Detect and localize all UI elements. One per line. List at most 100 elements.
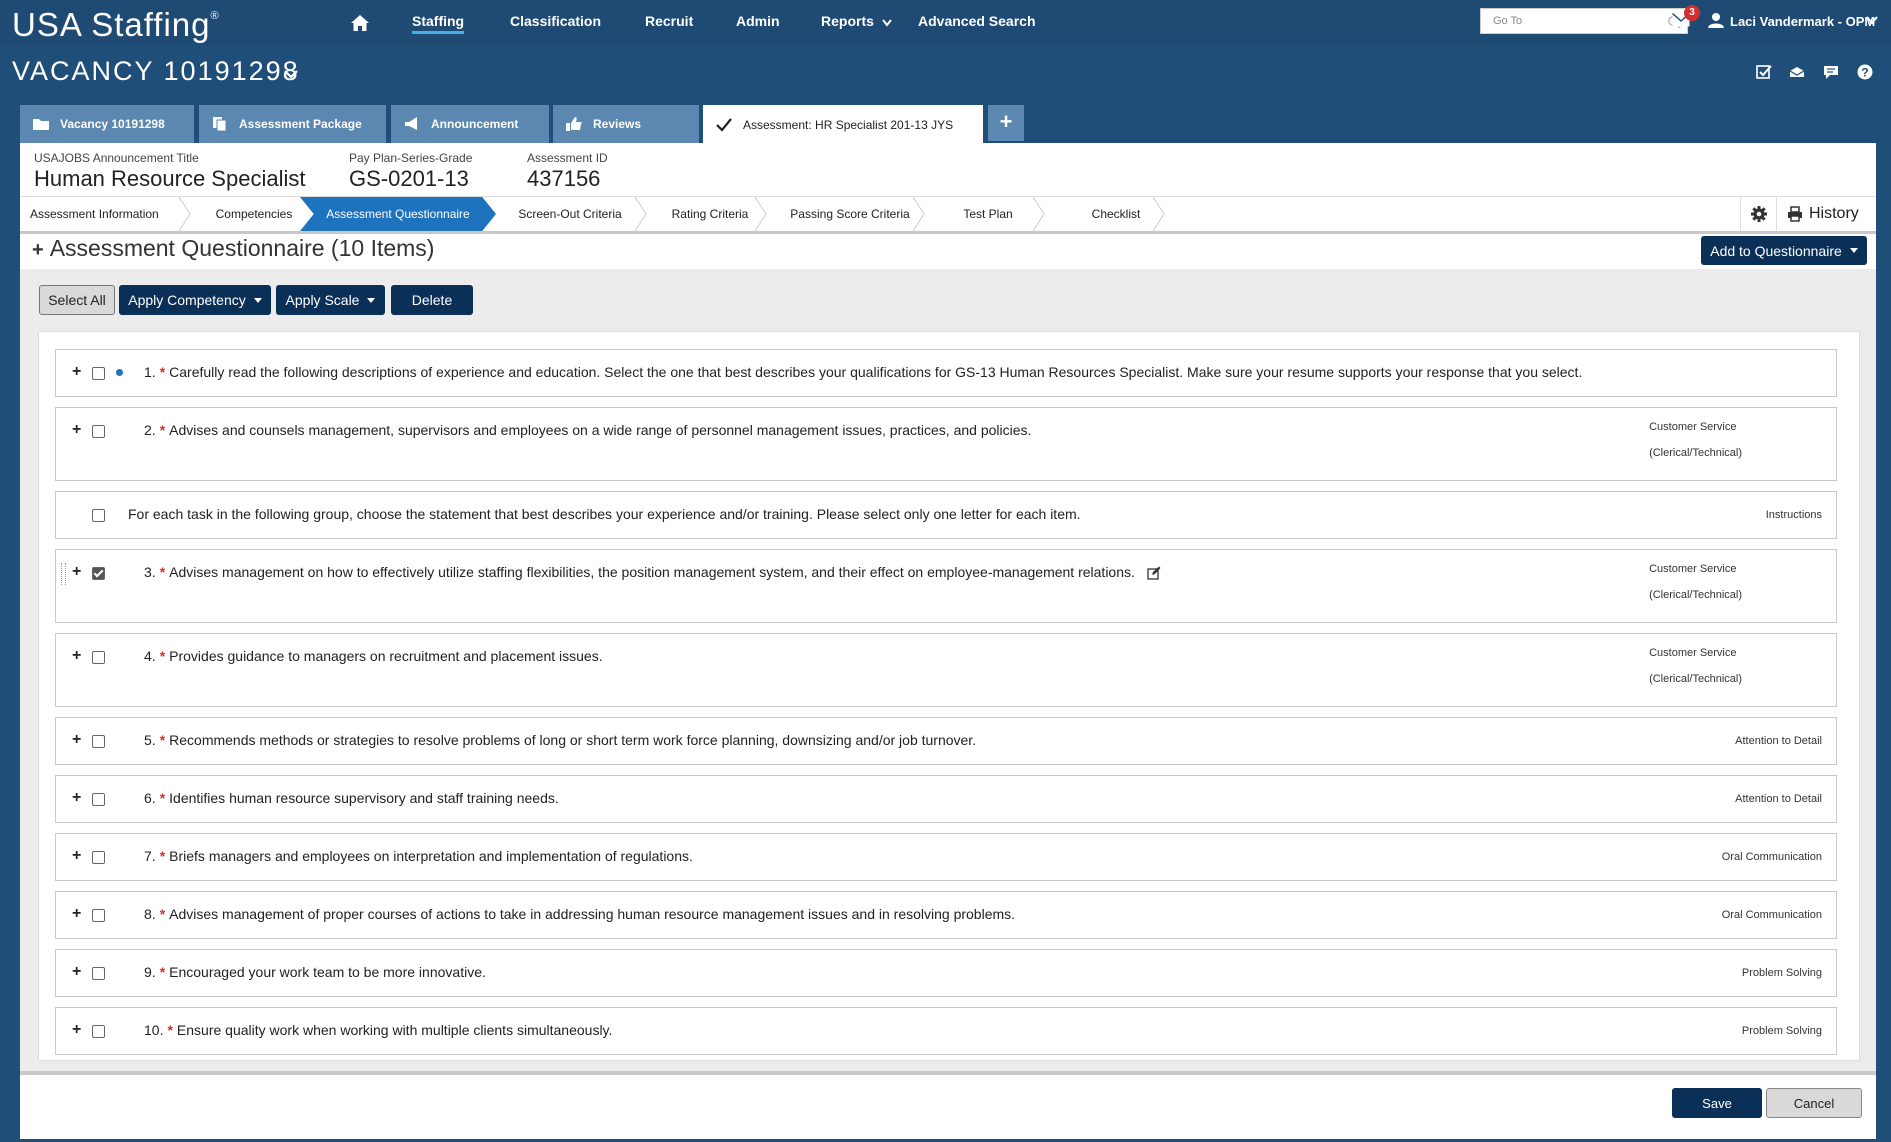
subtab-assessment-questionnaire[interactable]: Assessment Questionnaire xyxy=(300,197,496,231)
nav-admin[interactable]: Admin xyxy=(736,13,780,29)
user-menu-chevron-down-icon[interactable] xyxy=(1866,15,1878,25)
user-name[interactable]: Laci Vandermark - OPM xyxy=(1730,14,1875,29)
question-row[interactable]: + 1. * Carefully read the following descri… xyxy=(55,349,1837,397)
delete-button[interactable]: Delete xyxy=(391,285,473,315)
question-checkbox[interactable] xyxy=(92,651,105,664)
drag-handle[interactable] xyxy=(61,563,66,585)
subnav-separator xyxy=(178,197,191,231)
mail-count-badge: 3 xyxy=(1684,5,1700,21)
select-all-button[interactable]: Select All xyxy=(39,285,115,315)
question-number: 5. xyxy=(144,732,156,748)
expand-question-toggle[interactable]: + xyxy=(72,731,81,749)
add-tab-button[interactable]: + xyxy=(988,105,1024,141)
apply-scale-button[interactable]: Apply Scale xyxy=(276,285,385,315)
competency-tag: Oral Communication xyxy=(1721,851,1822,863)
subtab-competencies[interactable]: Competencies xyxy=(192,197,316,231)
required-marker: * xyxy=(159,364,166,380)
edit-icon[interactable] xyxy=(1147,566,1161,580)
apply-competency-button[interactable]: Apply Competency xyxy=(119,285,271,315)
question-row[interactable]: + 7. * Briefs managers and employees on in… xyxy=(55,833,1837,881)
required-marker: * xyxy=(159,848,166,864)
history-button[interactable]: History xyxy=(1776,197,1876,231)
question-checkbox[interactable] xyxy=(92,425,105,438)
add-to-questionnaire-button[interactable]: Add to Questionnaire xyxy=(1701,236,1867,265)
question-checkbox[interactable] xyxy=(92,793,105,806)
instruction-checkbox[interactable] xyxy=(92,509,105,522)
question-row[interactable]: + 3. * Advises management on how to effect… xyxy=(55,549,1837,623)
expand-question-toggle[interactable]: + xyxy=(72,789,81,807)
question-number: 2. xyxy=(144,422,156,438)
subtab-screen-out-criteria[interactable]: Screen-Out Criteria xyxy=(496,197,644,231)
home-icon[interactable] xyxy=(350,14,370,32)
tab-assessment-package[interactable]: Assessment Package xyxy=(199,105,386,143)
expand-section-toggle[interactable]: + xyxy=(32,239,44,261)
nav-recruit[interactable]: Recruit xyxy=(645,13,693,29)
competency-tag-line1: Customer Service xyxy=(1649,563,1737,575)
button-label: Add to Questionnaire xyxy=(1710,242,1842,259)
subtab-label: Assessment Information xyxy=(30,207,159,221)
reports-chevron-down-icon[interactable] xyxy=(882,19,892,27)
tab-reviews[interactable]: Reviews xyxy=(553,105,699,143)
nav-advanced-search[interactable]: Advanced Search xyxy=(918,13,1036,29)
nav-staffing[interactable]: Staffing xyxy=(412,13,465,34)
chat-icon[interactable] xyxy=(1823,64,1839,80)
expand-question-toggle[interactable]: + xyxy=(72,563,81,581)
expand-question-toggle[interactable]: + xyxy=(72,963,81,981)
announcement-title-label: USAJOBS Announcement Title xyxy=(34,151,199,165)
button-label: Apply Competency xyxy=(128,292,246,308)
help-icon[interactable]: ? xyxy=(1857,64,1873,80)
question-checkbox[interactable] xyxy=(92,851,105,864)
question-row[interactable]: + 10. * Ensure quality work when working w… xyxy=(55,1007,1837,1055)
question-checkbox-checked[interactable] xyxy=(92,567,105,580)
tab-vacancy[interactable]: Vacancy 10191298 xyxy=(20,105,194,143)
question-number: 3. xyxy=(144,564,156,580)
question-row[interactable]: + 9. * Encouraged your work team to be mor… xyxy=(55,949,1837,997)
question-row[interactable]: + 6. * Identifies human resource superviso… xyxy=(55,775,1837,823)
expand-question-toggle[interactable]: + xyxy=(72,421,81,439)
svg-text:?: ? xyxy=(1861,66,1868,80)
vacancy-chevron-down-icon[interactable] xyxy=(284,69,298,79)
app-logo[interactable]: USA Staffing® xyxy=(12,6,220,44)
thumbs-up-icon xyxy=(566,117,582,131)
instruction-text: For each task in the following group, ch… xyxy=(128,506,1081,522)
tab-assessment-hr-specialist[interactable]: Assessment: HR Specialist 201-13 JYS xyxy=(703,105,983,145)
question-number: 1. xyxy=(144,364,156,380)
vacancy-title[interactable]: VACANCY 10191298 xyxy=(12,56,300,87)
assessment-id-label: Assessment ID xyxy=(527,151,608,165)
question-row[interactable]: + 4. * Provides guidance to managers on re… xyxy=(55,633,1837,707)
expand-question-toggle[interactable]: + xyxy=(72,847,81,865)
instruction-row[interactable]: For each task in the following group, ch… xyxy=(55,491,1837,539)
question-number: 7. xyxy=(144,848,156,864)
nav-reports[interactable]: Reports xyxy=(821,13,874,29)
caret-down-icon xyxy=(1849,248,1858,253)
history-label: History xyxy=(1809,205,1859,222)
announcement-icon[interactable] xyxy=(1789,64,1805,80)
question-row[interactable]: + 8. * Advises management of proper course… xyxy=(55,891,1837,939)
question-checkbox[interactable] xyxy=(92,367,105,380)
user-icon[interactable] xyxy=(1708,12,1724,28)
question-checkbox[interactable] xyxy=(92,1025,105,1038)
cancel-button[interactable]: Cancel xyxy=(1766,1088,1862,1118)
tasks-checkbox-icon[interactable] xyxy=(1756,64,1772,80)
expand-question-toggle[interactable]: + xyxy=(72,905,81,923)
required-marker: * xyxy=(159,648,166,664)
caret-down-icon xyxy=(367,297,376,303)
subtab-passing-score-criteria[interactable]: Passing Score Criteria xyxy=(768,197,932,231)
settings-button[interactable] xyxy=(1740,197,1776,231)
question-checkbox[interactable] xyxy=(92,967,105,980)
question-row[interactable]: + 2. * Advises and counsels management, su… xyxy=(55,407,1837,481)
question-number: 4. xyxy=(144,648,156,664)
nav-classification[interactable]: Classification xyxy=(510,13,601,29)
gear-icon xyxy=(1751,206,1767,222)
expand-question-toggle[interactable]: + xyxy=(72,1021,81,1039)
expand-question-toggle[interactable]: + xyxy=(72,363,81,381)
tab-announcement[interactable]: Announcement xyxy=(391,105,549,143)
expand-question-toggle[interactable]: + xyxy=(72,647,81,665)
save-button[interactable]: Save xyxy=(1672,1088,1762,1118)
goto-search-input[interactable]: Go To xyxy=(1480,8,1688,34)
subtab-assessment-information[interactable]: Assessment Information xyxy=(20,197,178,231)
question-checkbox[interactable] xyxy=(92,735,105,748)
question-checkbox[interactable] xyxy=(92,909,105,922)
question-row[interactable]: + 5. * Recommends methods or strategies to… xyxy=(55,717,1837,765)
subtab-label: Rating Criteria xyxy=(671,207,749,221)
